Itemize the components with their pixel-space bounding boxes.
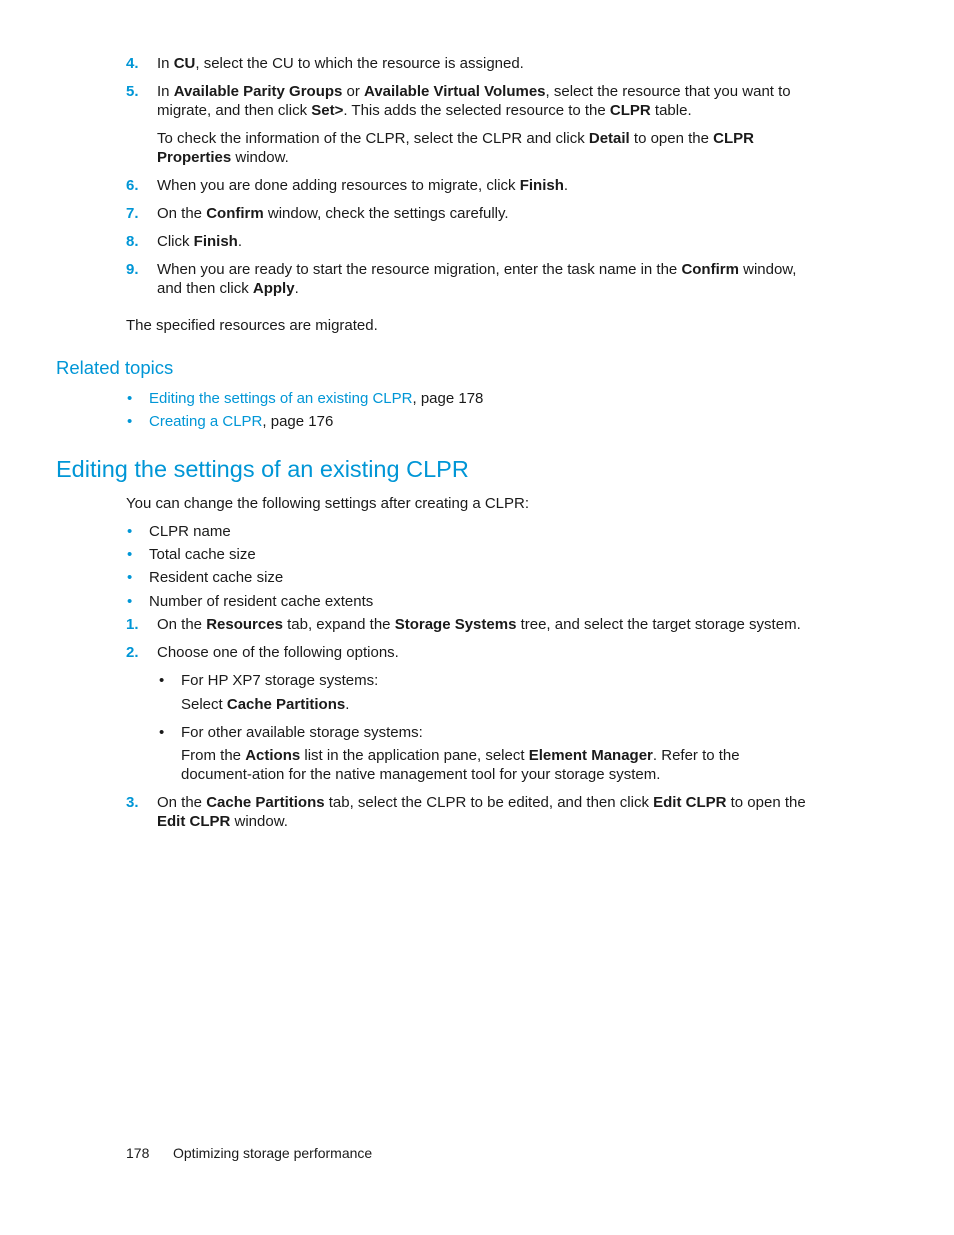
step-number: 8.: [126, 233, 139, 250]
step-note-text: To check the information of the CLPR, se…: [157, 129, 817, 167]
bullet-icon: •: [159, 672, 165, 689]
step-number: 5.: [126, 83, 139, 100]
text-run: to open the: [629, 130, 714, 147]
bullet-icon: •: [127, 390, 133, 407]
bullet-icon: •: [127, 523, 133, 540]
related-page-ref: , page 178: [412, 390, 484, 407]
step-text: Click Finish.: [157, 232, 817, 251]
ui-term: Confirm: [681, 261, 739, 278]
ui-term: CLPR: [609, 102, 651, 119]
text-run: tree, and select the target storage syst…: [516, 616, 801, 633]
text-run: .: [237, 233, 243, 250]
option-detail: Select Cache Partitions.: [181, 695, 349, 714]
text-run: On the: [157, 616, 207, 633]
ui-term: Actions: [245, 747, 301, 764]
ui-term: Edit CLPR: [157, 813, 231, 830]
step-text: When you are done adding resources to mi…: [157, 176, 817, 195]
text-run: or: [342, 83, 365, 100]
step-text: On the Cache Partitions tab, select the …: [157, 793, 817, 831]
text-run: In: [157, 55, 174, 72]
setting-label: Number of resident cache extents: [149, 593, 374, 610]
bullet-icon: •: [127, 593, 133, 610]
result-text: The specified resources are migrated.: [126, 317, 378, 334]
related-link-editing-clpr[interactable]: Editing the settings of an existing CLPR: [149, 390, 412, 407]
step-text: Choose one of the following options.: [157, 643, 817, 662]
option-label: For HP XP7 storage systems:: [181, 672, 379, 689]
text-run: From the: [181, 747, 246, 764]
setting-label: CLPR name: [149, 523, 231, 540]
text-run: On the: [157, 205, 207, 222]
text-run: tab, select the CLPR to be edited, and t…: [324, 794, 654, 811]
option-label: For other available storage systems:: [181, 724, 423, 741]
page-number: 178: [126, 1145, 150, 1161]
step-text: In Available Parity Groups or Available …: [157, 82, 817, 120]
step-text: On the Resources tab, expand the Storage…: [157, 615, 817, 634]
ui-term: Finish: [193, 233, 238, 250]
text-run: In: [157, 83, 174, 100]
ui-term: Edit CLPR: [653, 794, 727, 811]
text-run: to open the: [726, 794, 806, 811]
ui-term: Available Virtual Volumes: [364, 83, 546, 100]
bullet-icon: •: [127, 413, 133, 430]
text-run: Select: [181, 696, 227, 713]
bullet-icon: •: [127, 546, 133, 563]
related-link-creating-clpr[interactable]: Creating a CLPR: [149, 413, 262, 430]
ui-term: Cache Partitions: [226, 696, 346, 713]
text-run: Click: [157, 233, 194, 250]
bullet-icon: •: [159, 724, 165, 741]
text-run: Choose one of the following options.: [157, 644, 399, 661]
text-run: . This adds the selected resource to the: [343, 102, 610, 119]
ui-term: Resources: [206, 616, 283, 633]
step-number: 7.: [126, 205, 139, 222]
bullet-icon: •: [127, 569, 133, 586]
text-run: .: [294, 280, 299, 297]
text-run: tab, expand the: [282, 616, 395, 633]
option-detail: From the Actions list in the application…: [181, 746, 806, 784]
section-heading: Editing the settings of an existing CLPR: [56, 456, 469, 482]
text-run: window, check the settings carefully.: [263, 205, 509, 222]
ui-term: Apply: [252, 280, 295, 297]
setting-label: Resident cache size: [149, 569, 284, 586]
text-run: window.: [231, 149, 289, 166]
step-number: 6.: [126, 177, 139, 194]
step-number: 4.: [126, 55, 139, 72]
step-text: In CU, select the CU to which the resour…: [157, 54, 817, 73]
text-run: window.: [230, 813, 288, 830]
related-topics-heading: Related topics: [56, 357, 174, 378]
ui-term: Available Parity Groups: [173, 83, 343, 100]
ui-term: Element Manager: [528, 747, 653, 764]
related-page-ref: , page 176: [262, 413, 334, 430]
step-number: 2.: [126, 644, 139, 661]
section-intro: You can change the following settings af…: [126, 495, 530, 512]
text-run: To check the information of the CLPR, se…: [157, 130, 589, 147]
setting-label: Total cache size: [149, 546, 256, 563]
text-run: .: [563, 177, 569, 194]
text-run: table.: [650, 102, 692, 119]
step-text: On the Confirm window, check the setting…: [157, 204, 817, 223]
text-run: When you are ready to start the resource…: [157, 261, 682, 278]
ui-term: CU: [173, 55, 196, 72]
ui-term: Detail: [588, 130, 630, 147]
step-number: 9.: [126, 261, 139, 278]
ui-term: Storage Systems: [394, 616, 517, 633]
text-run: When you are done adding resources to mi…: [157, 177, 520, 194]
ui-term: Confirm: [206, 205, 264, 222]
ui-term: Set>: [311, 102, 344, 119]
text-run: On the: [157, 794, 207, 811]
text-run: , select the CU to which the resource is…: [195, 55, 524, 72]
text-run: list in the application pane, select: [300, 747, 529, 764]
ui-term: Finish: [519, 177, 564, 194]
step-number: 3.: [126, 794, 139, 811]
step-number: 1.: [126, 616, 139, 633]
text-run: .: [345, 696, 350, 713]
chapter-title: Optimizing storage performance: [173, 1145, 373, 1161]
step-text: When you are ready to start the resource…: [157, 260, 817, 298]
ui-term: Cache Partitions: [206, 794, 325, 811]
